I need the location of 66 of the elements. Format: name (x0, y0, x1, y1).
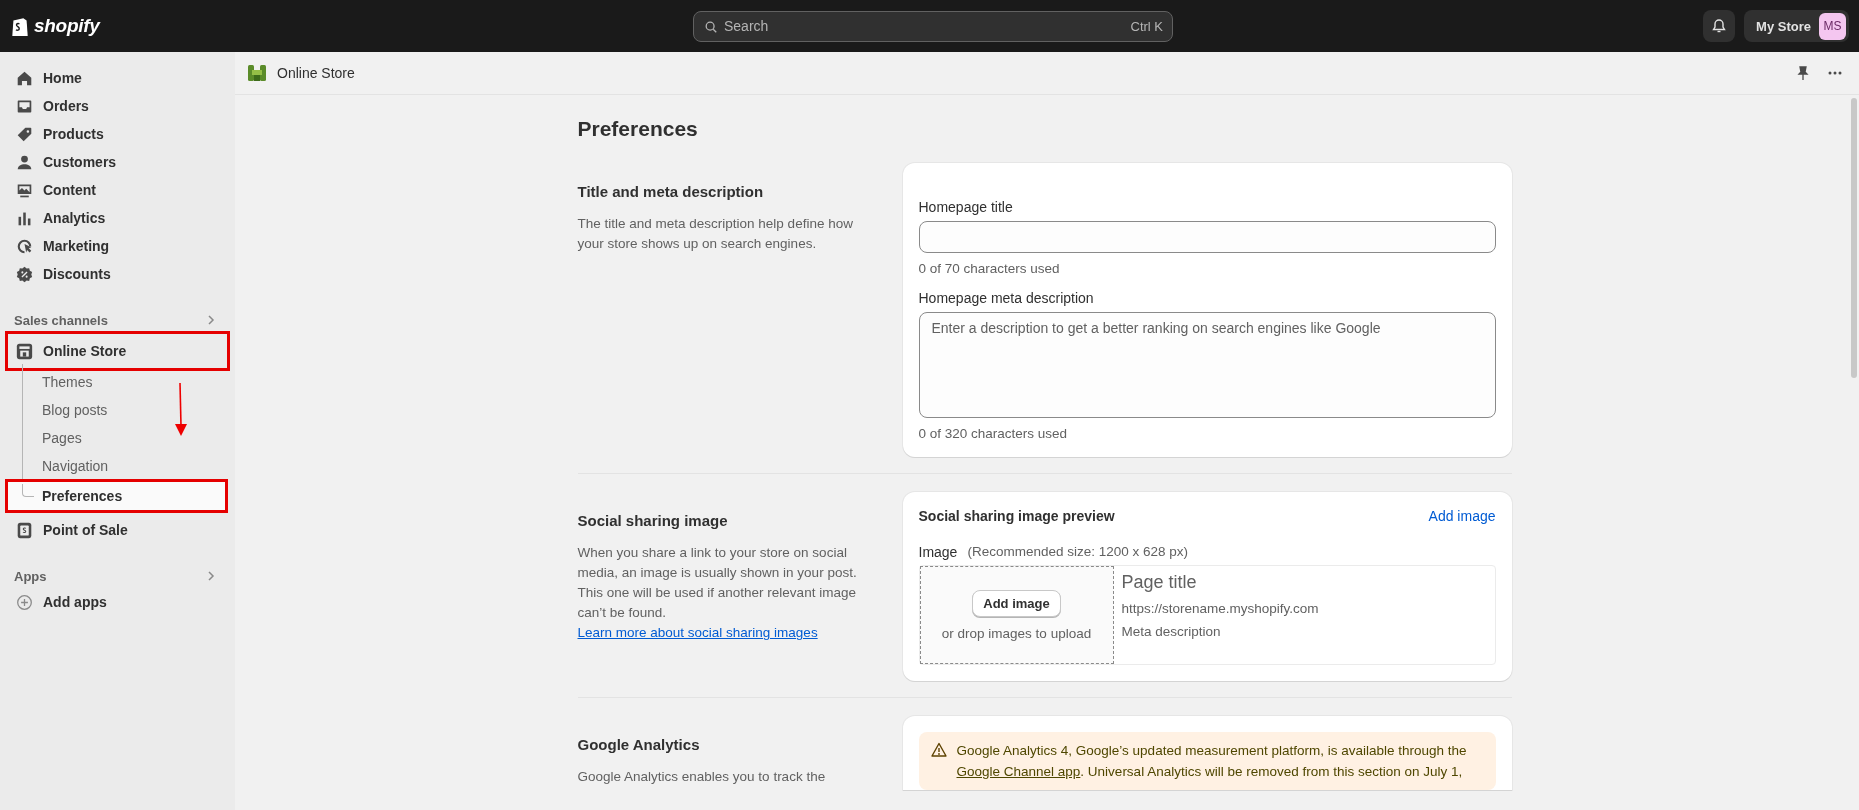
nav-item[interactable]: Customers (8, 148, 227, 176)
nav-subitem[interactable]: Preferences (8, 482, 225, 510)
notifications-button[interactable] (1703, 10, 1736, 42)
section-description: Google Analytics enables you to track the (577, 768, 827, 786)
card-title: Social sharing image preview (918, 508, 1115, 524)
nav-item[interactable]: Add apps (8, 588, 227, 616)
character-counter: 0 of 70 characters used (918, 261, 1061, 276)
nav-item[interactable]: Point of Sale (8, 516, 227, 544)
section-description: When you share a link to your store on social media, an image is usually shown in your post. This one will be used if another relevant image can’t be found. Learn more about social sharing images (577, 544, 858, 642)
character-counter: 0 of 320 characters used (918, 426, 1069, 441)
shortcut-hint: Ctrl K (1130, 18, 1163, 34)
warning-icon (930, 742, 947, 758)
storefront-icon (247, 63, 267, 83)
warning-message: Google Analytics 4, Google’s updated measurement platform, is available through the Google Channel app. Universal Analytics will be removed from this section on July 1, (956, 742, 1468, 781)
pos-icon (16, 521, 33, 539)
preview-title: Page title (1121, 572, 1198, 593)
chevron-right-icon[interactable] (207, 314, 215, 326)
size-hint: (Recommended size: 1200 x 628 px) (967, 544, 1189, 560)
section-heading: Apps (14, 568, 47, 584)
textarea-field[interactable]: Enter a description to get a better ranking on search engines like Google (918, 312, 1496, 418)
input-field[interactable] (918, 221, 1496, 253)
nav-item[interactable]: Analytics (8, 204, 227, 232)
nav-item[interactable]: Online Store (8, 334, 227, 368)
target-icon (16, 237, 33, 255)
tree-branch-icon (22, 484, 34, 497)
nav-item[interactable]: Content (8, 176, 227, 204)
nav-subitem[interactable]: Blog posts (8, 396, 227, 424)
page-header-title: Online Store (277, 65, 355, 81)
learn-more-link[interactable]: Learn more about social sharing images (577, 625, 818, 640)
preview-url: https://storename.myshopify.com (1121, 601, 1319, 616)
shopping-bag-icon (10, 15, 30, 37)
plus-icon (16, 593, 33, 611)
nav-item[interactable]: Home (8, 64, 227, 92)
nav-subitem[interactable]: Pages (8, 424, 227, 452)
nav-item[interactable]: Orders (8, 92, 227, 120)
drop-zone[interactable]: Add image or drop images to upload (919, 566, 1114, 664)
section-title: Social sharing image (577, 512, 729, 529)
field-label: Homepage meta description (918, 290, 1095, 306)
store-icon (16, 342, 33, 360)
preview-description: Meta description (1121, 624, 1222, 639)
avatar: MS (1819, 12, 1846, 40)
add-image-link[interactable]: Add image (1428, 508, 1496, 524)
chevron-right-icon[interactable] (207, 570, 215, 582)
nav-item[interactable]: Discounts (8, 260, 227, 288)
section-description: The title and meta description help define how your store shows up on search engines. (577, 215, 854, 253)
nav-item[interactable]: Products (8, 120, 227, 148)
tag-icon (16, 125, 33, 143)
nav-item[interactable]: Marketing (8, 232, 227, 260)
person-icon (16, 153, 33, 171)
discount-icon (16, 265, 33, 283)
field-label: Image (918, 544, 958, 560)
bell-icon (1711, 18, 1728, 34)
store-menu-button[interactable]: My Store MS (1744, 10, 1849, 42)
logo-text: shopify (34, 15, 100, 37)
section-title: Google Analytics (577, 736, 701, 753)
nav-subitem[interactable]: Navigation (8, 452, 227, 480)
pin-icon (1795, 65, 1811, 81)
page-title: Preferences (577, 117, 699, 141)
section-title: Title and meta description (577, 183, 765, 200)
drop-hint: or drop images to upload (941, 625, 1092, 641)
field-label: Homepage title (918, 199, 1014, 215)
home-icon (16, 69, 33, 87)
nav-subitem[interactable]: Themes (8, 368, 227, 396)
section-heading: Sales channels (14, 312, 108, 328)
add-image-button[interactable]: Add image (972, 589, 1061, 617)
scrollbar[interactable] (1851, 98, 1857, 378)
